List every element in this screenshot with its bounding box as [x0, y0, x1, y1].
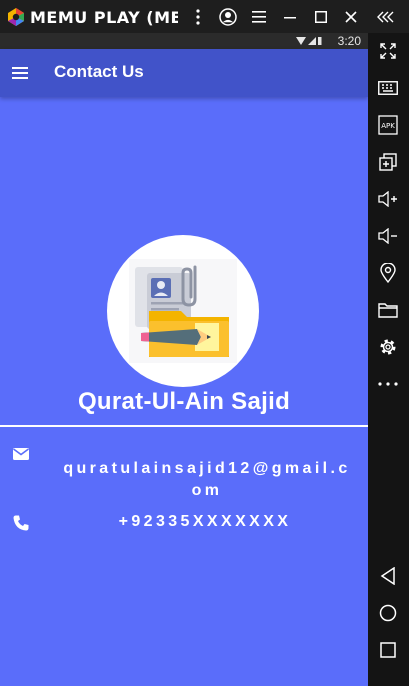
status-bar: 3:20 — [0, 33, 368, 49]
app-bar: Contact Us — [0, 49, 368, 97]
collapse-icon[interactable] — [375, 6, 397, 28]
back-icon[interactable] — [375, 563, 401, 589]
account-icon[interactable] — [217, 6, 239, 28]
settings-icon[interactable] — [375, 334, 401, 360]
maximize-icon[interactable] — [310, 6, 332, 28]
page-title: Contact Us — [54, 62, 144, 81]
close-icon[interactable] — [340, 6, 362, 28]
memu-logo-icon — [8, 8, 24, 26]
hamburger-menu-icon[interactable] — [10, 63, 30, 83]
emulator-titlebar: MEMU PLAY (ME — [0, 0, 409, 33]
apk-icon[interactable]: APK — [375, 112, 401, 138]
email-link[interactable]: quratulainsajid12@gmail.com — [62, 458, 352, 502]
keyboard-icon[interactable] — [375, 75, 401, 101]
contact-name: Qurat-Ul-Ain Sajid — [77, 388, 291, 415]
svg-text:APK: APK — [381, 122, 395, 130]
phone-icon — [13, 515, 29, 531]
emulator-window: MEMU PLAY (ME 3:20 Contact Us Qurat-Ul-A… — [0, 0, 409, 686]
status-time: 3:20 — [337, 34, 361, 48]
home-icon[interactable] — [375, 600, 401, 626]
volume-up-icon[interactable] — [375, 186, 401, 212]
fullscreen-icon[interactable] — [375, 38, 401, 64]
location-icon[interactable] — [375, 260, 401, 286]
signal-icons — [296, 37, 322, 45]
multi-window-icon[interactable] — [375, 149, 401, 175]
window-title: MEMU PLAY (ME — [30, 8, 178, 27]
phone-link[interactable]: +92335XXXXXXX — [60, 513, 350, 531]
menu-icon[interactable] — [248, 6, 270, 28]
folder-icon[interactable] — [375, 297, 401, 323]
profile-avatar — [107, 235, 259, 387]
divider — [0, 425, 368, 427]
emulator-toolbar: APK — [368, 33, 409, 686]
more-icon[interactable] — [187, 6, 209, 28]
recents-icon[interactable] — [375, 637, 401, 663]
more-dots-icon[interactable] — [375, 371, 401, 397]
minimize-icon[interactable] — [279, 6, 301, 28]
email-icon — [13, 448, 29, 460]
android-screen: 3:20 Contact Us Qurat-Ul-Ain Sajid qurat… — [0, 33, 368, 686]
contact-folder-icon — [129, 259, 237, 363]
volume-down-icon[interactable] — [375, 223, 401, 249]
